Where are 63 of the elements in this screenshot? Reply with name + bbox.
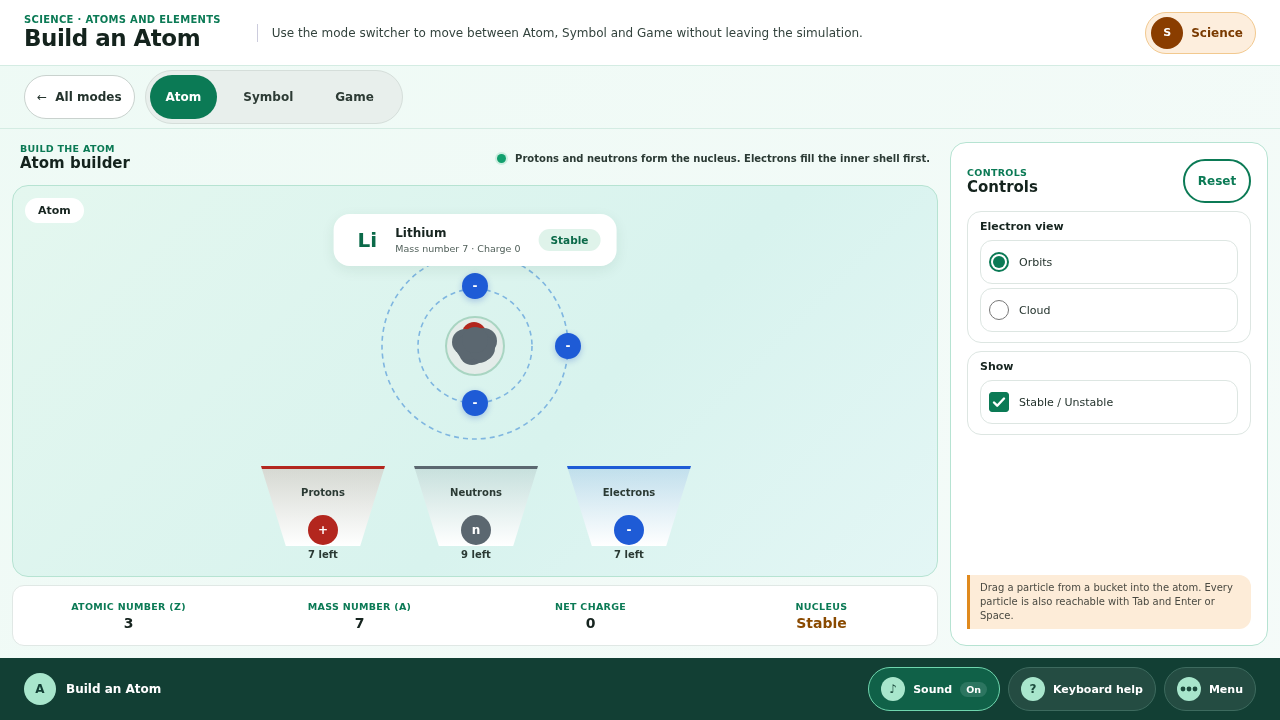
element-detail: Mass number 7 · Charge 0 (395, 243, 521, 254)
stat-value: 3 (122, 614, 135, 631)
subject-avatar: S (1151, 16, 1184, 49)
radio-button[interactable] (989, 252, 1009, 272)
panel-title: Controls (967, 177, 1038, 196)
more-icon (1176, 677, 1201, 701)
bucket-label: Neutrons (450, 487, 502, 498)
all-modes-button[interactable]: ← All modes (24, 75, 135, 119)
question-icon: ? (1021, 677, 1046, 701)
option-label: Orbits (1019, 255, 1053, 269)
app-avatar: A (24, 673, 56, 705)
hint-text: Protons and neutrons form the nucleus. Electrons fill the inner shell first. (515, 153, 930, 164)
stat-label: NET CHARGE (553, 600, 628, 612)
element-name: Lithium (395, 226, 448, 240)
option-label: Cloud (1019, 303, 1051, 317)
subject-label: Science (1191, 25, 1243, 40)
sound-button[interactable]: ♪ Sound On (868, 667, 1001, 711)
particle[interactable]: - (614, 515, 644, 545)
nucleus-drawing (445, 316, 505, 376)
remaining-count: 9 left (461, 549, 491, 560)
electron[interactable]: - (462, 390, 488, 416)
particle[interactable]: + (308, 515, 338, 545)
section-title: Atom builder (20, 154, 130, 172)
app-title: Build an Atom (66, 682, 162, 696)
option-row[interactable]: Cloud (980, 288, 1238, 332)
option-row[interactable]: Stable / Unstable (980, 380, 1238, 424)
reset-button[interactable]: Reset (1183, 159, 1251, 203)
stat-value: 7 (353, 614, 366, 631)
panel-eyebrow: CONTROLS (967, 166, 1029, 178)
stat-label: MASS NUMBER (A) (306, 600, 413, 612)
checkmark-icon (992, 395, 1006, 409)
stat-label: NUCLEUS (794, 600, 849, 612)
mode-tab[interactable]: Symbol (227, 75, 310, 119)
stat-value: Stable (795, 614, 848, 631)
element-symbol: Li (357, 228, 378, 252)
help-note: Drag a particle from a bucket into the atom. Every particle is also reachable with Tab and Enter or Space. (967, 575, 1251, 629)
music-note-icon: ♪ (881, 677, 906, 701)
mode-tab[interactable]: Game (319, 75, 390, 119)
atom-tag: Atom (25, 198, 84, 223)
stability-badge: Stable (538, 229, 601, 251)
stat-value: 0 (584, 614, 597, 631)
checkbox[interactable] (989, 392, 1009, 412)
menu-button[interactable]: Menu (1163, 667, 1256, 711)
mode-tab[interactable]: Atom (149, 75, 218, 119)
remaining-count: 7 left (614, 549, 644, 560)
particle[interactable]: n (461, 515, 491, 545)
option-row[interactable]: Orbits (980, 240, 1238, 284)
bucket-label: Protons (301, 487, 345, 498)
remaining-count: 7 left (308, 549, 338, 560)
electron[interactable]: - (462, 273, 488, 299)
bucket-label: Electrons (602, 487, 656, 498)
group-title: Show (980, 360, 1015, 373)
sound-state: On (960, 681, 988, 697)
group-title: Electron view (980, 220, 1065, 233)
electron[interactable]: - (555, 333, 581, 359)
stat-label: ATOMIC NUMBER (Z) (70, 600, 187, 612)
option-label: Stable / Unstable (1019, 395, 1114, 409)
eyebrow-label: SCIENCE · ATOMS AND ELEMENTS (24, 14, 221, 25)
section-eyebrow: BUILD THE ATOM (20, 143, 116, 154)
hint-dot-icon (497, 154, 507, 163)
page-description: Use the mode switcher to move between Atom, Symbol and Game without leaving the simulation. (256, 23, 863, 42)
keyboard-help-button[interactable]: ? Keyboard help (1008, 667, 1156, 711)
page-title: Build an Atom (24, 25, 202, 51)
